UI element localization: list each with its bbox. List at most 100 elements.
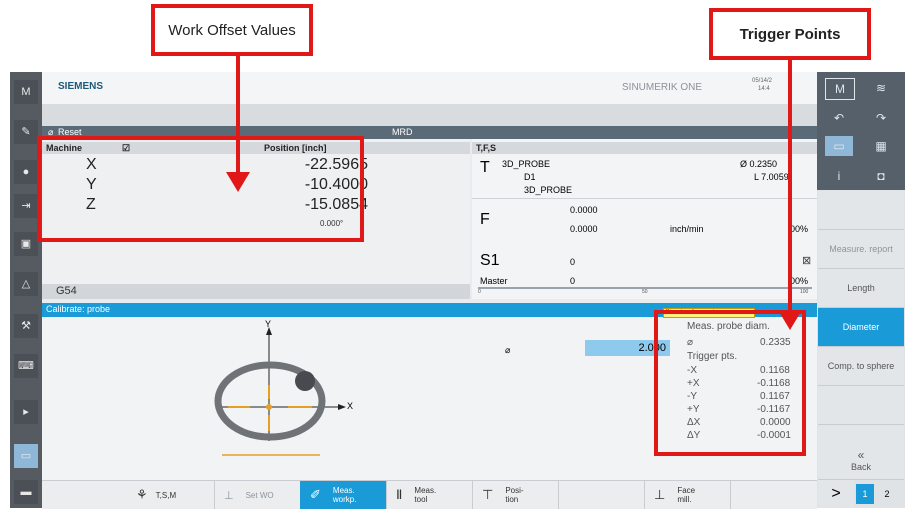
graphic-y-label: Y [265, 319, 272, 329]
work-offset-callout-label: Work Offset Values [168, 21, 296, 39]
softkey-meas-workp[interactable]: ✐ Meas. workp. [300, 481, 387, 509]
work-offset-arrow-line [236, 56, 240, 174]
softkey-length[interactable]: Length [818, 269, 904, 308]
top-bar: SIEMENS SINUMERIK ONE 05/14/2 14:4 [42, 72, 817, 105]
position-icon: ⊤ [482, 487, 494, 502]
keyboard-icon[interactable]: ⌨ [14, 354, 38, 378]
program-icon[interactable]: ⇥ [14, 194, 38, 218]
meas-tool-icon: Ⅱ [396, 487, 403, 502]
machine-mode-icon[interactable]: M [825, 78, 855, 100]
work-offset-bar: G54 [42, 284, 470, 299]
softkey-meas-tool[interactable]: Ⅱ Meas. tool [386, 481, 473, 509]
trigger-points-arrow-line [788, 60, 792, 312]
f-value-2: 0.0000 [570, 224, 598, 234]
softkey-face-mill[interactable]: ⊥ Face mill. [644, 481, 731, 509]
screen-icon[interactable]: ▭ [14, 444, 38, 468]
softkey-meas-tool-label: Meas. tool [414, 486, 437, 504]
info-icon[interactable]: i [825, 166, 853, 186]
f-override: 00% [790, 224, 809, 234]
trigger-points-callout: Trigger Points [709, 8, 871, 60]
softkey-comp-sphere-label: Comp. to sphere [827, 361, 895, 371]
work-offset-highlight [37, 136, 364, 242]
bottom-softkey-bar: ⚘ T,S,M ⊥ Set WO ✐ Meas. workp. Ⅱ Meas. … [42, 480, 817, 509]
back-icon: « [857, 448, 865, 462]
tfs-divider [472, 198, 817, 199]
manager-icon[interactable]: ▣ [14, 232, 38, 256]
diameter-symbol: ⌀ [505, 345, 511, 355]
scale-mid: 50 [642, 289, 648, 295]
master-override: 00% [790, 276, 809, 286]
mode-label: MRD [392, 127, 413, 137]
gray-strip [42, 104, 817, 126]
softkey-diameter[interactable]: Diameter [818, 308, 904, 347]
diagnostics-icon[interactable]: △ [14, 272, 38, 296]
master-value: 0 [570, 276, 576, 286]
trigger-points-arrow-head [778, 310, 802, 330]
tfs-title: T,F,S [476, 143, 497, 153]
meas-workp-icon: ✐ [310, 487, 321, 502]
brand-logo: SIEMENS [58, 81, 104, 92]
page-1-button[interactable]: 1 [856, 484, 874, 504]
softkey-blank-bottom[interactable] [558, 481, 645, 509]
softkey-face-mill-label: Face mill. [677, 486, 696, 504]
calibrate-title: Calibrate: probe [46, 304, 111, 314]
f-label: F [480, 211, 490, 228]
wrench-icon[interactable]: ⚒ [14, 314, 38, 338]
trigger-points-highlight [654, 310, 806, 456]
softkey-diameter-label: Diameter [842, 322, 880, 332]
time-label: 14:4 [758, 86, 770, 92]
page-2-button[interactable]: 2 [878, 484, 896, 504]
master-label: Master [480, 276, 508, 286]
d-value: D1 [524, 172, 536, 182]
next-page-button[interactable]: > [818, 480, 854, 508]
tfs-header: T,F,S [472, 142, 817, 154]
work-offset-callout: Work Offset Values [151, 4, 313, 56]
softkey-length-label: Length [847, 283, 875, 293]
tool-name: 3D_PROBE [502, 159, 551, 169]
machine-icon[interactable]: M [14, 80, 38, 104]
softkey-tsm[interactable]: ⚘ T,S,M [126, 481, 215, 509]
f-unit: inch/min [670, 224, 704, 234]
tsm-icon: ⚘ [136, 487, 148, 502]
window-icon[interactable]: ▭ [825, 136, 853, 156]
trigger-points-callout-label: Trigger Points [739, 25, 841, 43]
face-mill-icon: ⊥ [654, 487, 666, 502]
scale-max: 100 [800, 289, 809, 295]
tool-length: L 7.0059 [754, 172, 789, 182]
tool-diameter: Ø 0.2350 [740, 159, 778, 169]
set-wo-icon: ⊥ [224, 489, 234, 502]
softkey-position[interactable]: ⊤ Posi- tion [472, 481, 559, 509]
next-tool: 3D_PROBE [524, 185, 573, 195]
scale-min: 0 [478, 289, 481, 295]
spindle-icon: ⊠ [802, 255, 812, 267]
grid-icon[interactable]: ▦ [867, 136, 895, 156]
graphic-x-label: X [347, 401, 354, 411]
t-label: T [480, 159, 490, 176]
softkey-measure-report-label: Measure. report [829, 244, 893, 254]
expand-icon[interactable]: ▸ [14, 400, 38, 424]
redo-icon[interactable]: ↷ [867, 108, 895, 128]
softkey-meas-workp-label: Meas. workp. [332, 486, 357, 504]
probe-calibration-graphic [214, 327, 346, 456]
tool-icon[interactable]: ● [14, 160, 38, 184]
softkey-back[interactable]: « Back [818, 441, 904, 480]
camera-icon[interactable]: ◘ [867, 166, 895, 186]
display-icon[interactable]: ▬ [14, 480, 38, 504]
f-value-1: 0.0000 [570, 205, 598, 215]
softkey-measure-report[interactable]: Measure. report [818, 230, 904, 269]
softkey-tsm-label: T,S,M [155, 490, 177, 500]
softkey-set-wo-label: Set WO [245, 490, 274, 500]
s-value: 0 [570, 257, 576, 267]
function-icon[interactable]: ≋ [867, 78, 895, 98]
softkey-position-label: Posi- tion [505, 486, 524, 504]
undo-icon[interactable]: ↶ [825, 108, 853, 128]
softkey-blank-2[interactable] [818, 386, 904, 425]
date-label: 05/14/2 [752, 78, 773, 84]
right-icon-panel: M ≋ ↶ ↷ ▭ ▦ i ◘ [817, 72, 905, 190]
softkey-set-wo[interactable]: ⊥ Set WO [214, 481, 301, 509]
softkey-blank-1[interactable] [818, 191, 904, 230]
product-name: SINUMERIK ONE [622, 82, 703, 93]
softkey-comp-sphere[interactable]: Comp. to sphere [818, 347, 904, 386]
s-label: S1 [480, 252, 500, 269]
edit-icon[interactable]: ✎ [14, 120, 38, 144]
